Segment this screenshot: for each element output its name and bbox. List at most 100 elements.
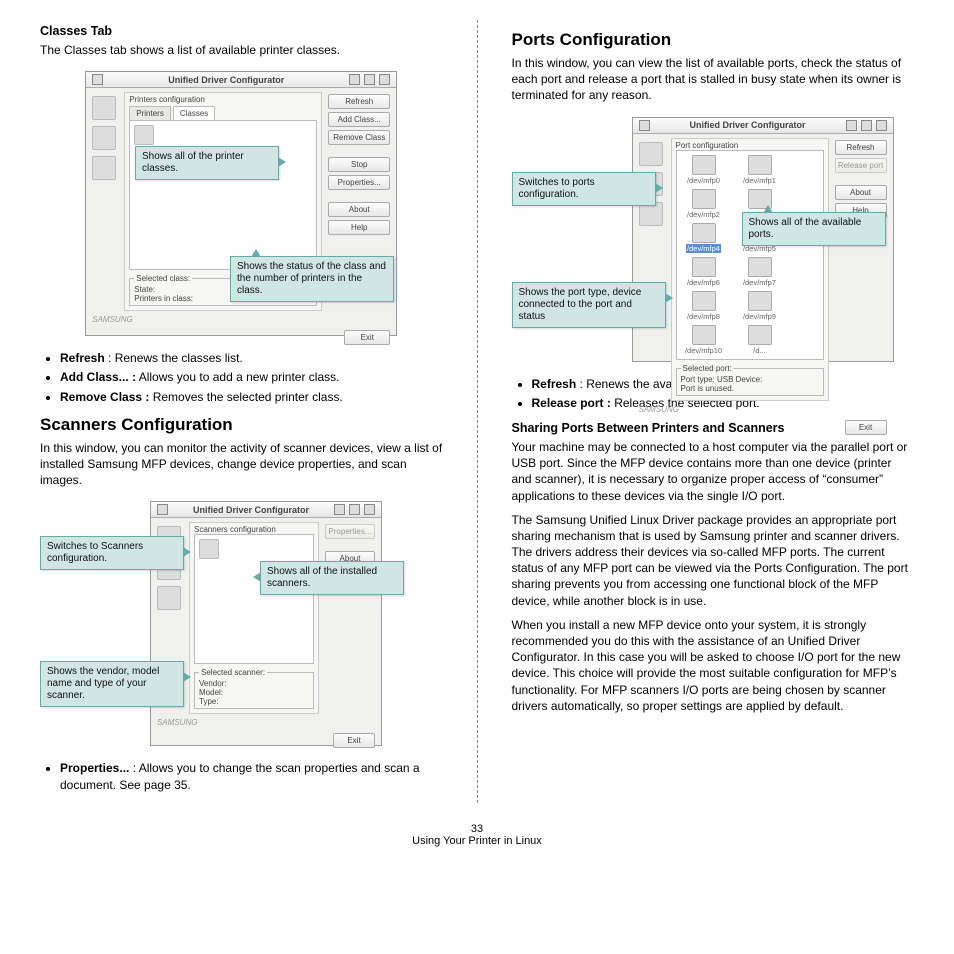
nav-printers-icon[interactable]: [639, 142, 663, 166]
samsung-logo: SAMSUNG: [151, 718, 381, 731]
port-icon: [692, 223, 716, 243]
nav-ports-icon[interactable]: [157, 586, 181, 610]
win-sys-icon: [92, 74, 103, 85]
close-icon[interactable]: [876, 120, 887, 131]
classes-bullet-list: Refresh : Renews the classes list. Add C…: [40, 350, 443, 405]
port-item[interactable]: /dev/mfp7: [737, 257, 783, 287]
close-icon[interactable]: [364, 504, 375, 515]
about-button[interactable]: About: [328, 202, 390, 217]
port-item[interactable]: /dev/mfp4: [681, 223, 727, 253]
bullet-add-class: Add Class... : Allows you to add a new p…: [60, 369, 443, 385]
port-icon: [692, 325, 716, 345]
port-list-area[interactable]: /dev/mfp0/dev/mfp1/dev/mfp2/dev/mfp3/dev…: [676, 150, 824, 360]
callout-switch-ports: Switches to ports configuration.: [512, 172, 656, 206]
port-label: /dev/mfp1: [743, 176, 776, 185]
exit-button[interactable]: Exit: [344, 330, 390, 345]
callout-class-status: Shows the status of the class and the nu…: [230, 256, 394, 302]
release-port-button[interactable]: Release port: [835, 158, 887, 173]
nav-printers-icon[interactable]: [92, 96, 116, 120]
port-item[interactable]: /d...: [737, 325, 783, 355]
port-label: /dev/mfp0: [687, 176, 720, 185]
scanners-screenshot: Unified Driver Configurator Scanners con…: [150, 501, 382, 746]
group-label: Printers configuration: [125, 93, 321, 104]
close-icon[interactable]: [379, 74, 390, 85]
maximize-icon[interactable]: [349, 504, 360, 515]
sharing-p3: When you install a new MFP device onto y…: [512, 617, 915, 714]
port-item[interactable]: /dev/mfp10: [681, 325, 727, 355]
remove-class-button[interactable]: Remove Class: [328, 130, 390, 145]
port-icon: [748, 257, 772, 277]
port-icon: [692, 257, 716, 277]
sharing-p1: Your machine may be connected to a host …: [512, 439, 915, 504]
port-item[interactable]: /dev/mfp8: [681, 291, 727, 321]
window-title: Unified Driver Configurator: [172, 505, 330, 515]
port-item[interactable]: /dev/mfp6: [681, 257, 727, 287]
scanner-list-area[interactable]: [194, 534, 314, 664]
maximize-icon[interactable]: [861, 120, 872, 131]
group-label: Scanners configuration: [190, 523, 318, 534]
chapter-name: Using Your Printer in Linux: [40, 835, 914, 847]
port-label: /dev/mfp7: [743, 278, 776, 287]
port-label: /dev/mfp10: [685, 346, 722, 355]
port-icon: [748, 325, 772, 345]
callout-switch-scanners: Switches to Scanners configuration.: [40, 536, 184, 570]
exit-button[interactable]: Exit: [845, 420, 887, 435]
bullet-remove-class: Remove Class : Removes the selected prin…: [60, 389, 443, 405]
port-item[interactable]: /dev/mfp9: [737, 291, 783, 321]
class-list-area[interactable]: [129, 120, 317, 270]
ports-heading: Ports Configuration: [512, 30, 915, 50]
left-column: Classes Tab The Classes tab shows a list…: [40, 20, 443, 803]
port-item[interactable]: /dev/mfp1: [737, 155, 783, 185]
exit-button[interactable]: Exit: [333, 733, 375, 748]
properties-button[interactable]: Properties...: [328, 175, 390, 190]
minimize-icon[interactable]: [349, 74, 360, 85]
samsung-logo: SAMSUNG: [86, 315, 396, 328]
bullet-properties: Properties... : Allows you to change the…: [60, 760, 443, 792]
samsung-logo: SAMSUNG: [633, 405, 893, 418]
scanner-icon: [199, 539, 219, 559]
tab-classes[interactable]: Classes: [173, 106, 215, 120]
selected-scanner-status: Selected scanner: Vendor: Model: Type:: [194, 668, 314, 709]
maximize-icon[interactable]: [364, 74, 375, 85]
refresh-button[interactable]: Refresh: [328, 94, 390, 109]
port-icon: [692, 291, 716, 311]
scanners-heading: Scanners Configuration: [40, 415, 443, 435]
stop-button[interactable]: Stop: [328, 157, 390, 172]
win-sys-icon: [157, 504, 168, 515]
refresh-button[interactable]: Refresh: [835, 140, 887, 155]
callout-installed-scanners: Shows all of the installed scanners.: [260, 561, 404, 595]
sharing-p2: The Samsung Unified Linux Driver package…: [512, 512, 915, 609]
ports-intro: In this window, you can view the list of…: [512, 55, 915, 104]
port-item[interactable]: /dev/mfp2: [681, 189, 727, 219]
port-icon: [692, 189, 716, 209]
window-title: Unified Driver Configurator: [107, 75, 345, 85]
scanners-bullet-list: Properties... : Allows you to change the…: [40, 760, 443, 792]
nav-ports-icon[interactable]: [92, 156, 116, 180]
callout-available-ports: Shows all of the available ports.: [742, 212, 886, 246]
page-number: 33: [40, 823, 914, 835]
right-column: Ports Configuration In this window, you …: [512, 20, 915, 803]
add-class-button[interactable]: Add Class...: [328, 112, 390, 127]
help-button[interactable]: Help: [328, 220, 390, 235]
port-label: /dev/mfp8: [687, 312, 720, 321]
port-icon: [748, 291, 772, 311]
scanners-intro: In this window, you can monitor the acti…: [40, 440, 443, 489]
classes-intro: The Classes tab shows a list of availabl…: [40, 42, 443, 58]
bullet-refresh: Refresh : Renews the classes list.: [60, 350, 443, 366]
minimize-icon[interactable]: [334, 504, 345, 515]
group-label: Port configuration: [672, 139, 828, 150]
nav-scanners-icon[interactable]: [92, 126, 116, 150]
tab-printers[interactable]: Printers: [129, 106, 171, 120]
minimize-icon[interactable]: [846, 120, 857, 131]
port-icon: [748, 155, 772, 175]
about-button[interactable]: About: [835, 185, 887, 200]
window-title: Unified Driver Configurator: [654, 120, 842, 130]
classes-tab-heading: Classes Tab: [40, 24, 443, 38]
properties-button[interactable]: Properties...: [325, 524, 375, 539]
port-label: /dev/mfp2: [687, 210, 720, 219]
port-item[interactable]: /dev/mfp0: [681, 155, 727, 185]
port-label: /dev/mfp6: [687, 278, 720, 287]
callout-printer-classes: Shows all of the printer classes.: [135, 146, 279, 180]
port-label: /d...: [753, 346, 766, 355]
page-footer: 33 Using Your Printer in Linux: [40, 823, 914, 847]
